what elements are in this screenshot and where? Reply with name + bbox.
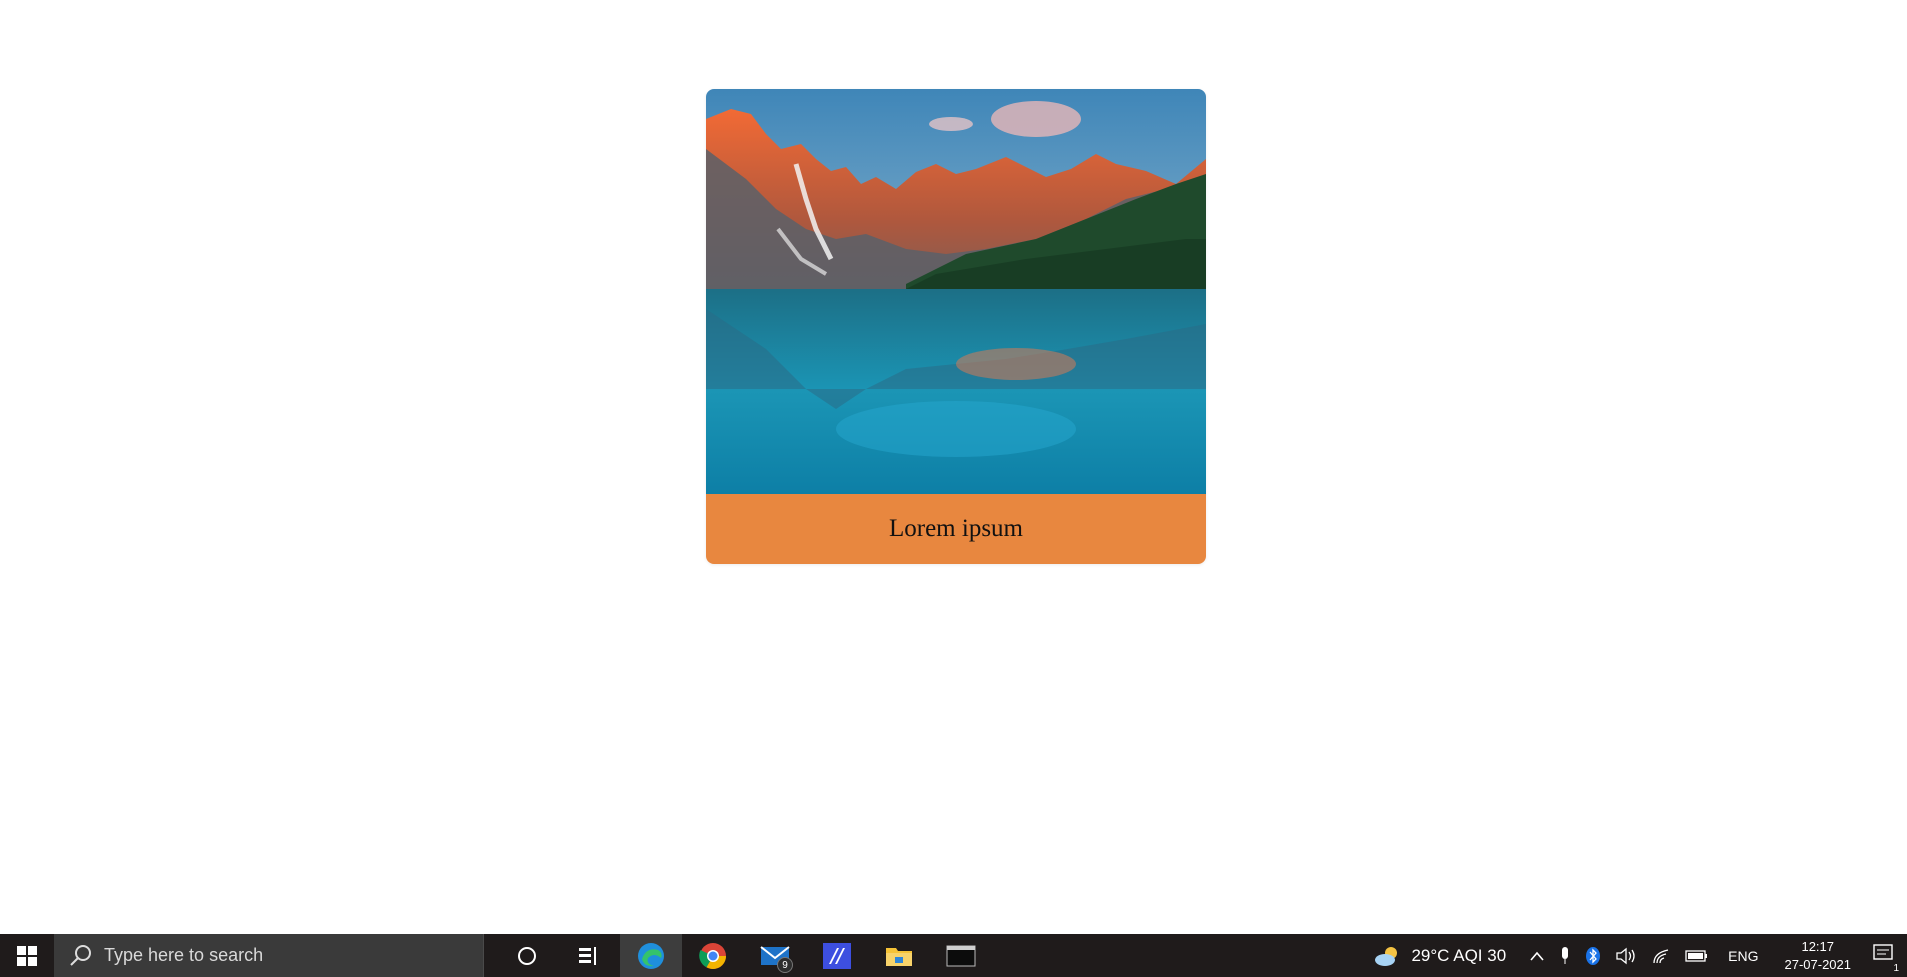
task-view-icon bbox=[579, 946, 596, 965]
edge-taskbar-button[interactable] bbox=[620, 934, 682, 977]
taskbar: Type here to search 9 29°C AQI 30 ENG 12… bbox=[0, 934, 1907, 977]
task-view-button[interactable] bbox=[558, 934, 620, 977]
image-card: Lorem ipsum bbox=[706, 89, 1206, 564]
search-placeholder: Type here to search bbox=[104, 945, 264, 965]
edge-icon bbox=[638, 942, 664, 969]
chevron-up-icon[interactable] bbox=[1529, 950, 1545, 962]
volume-icon[interactable] bbox=[1615, 947, 1637, 965]
start-button[interactable] bbox=[0, 934, 54, 977]
clock-time: 12:17 bbox=[1801, 938, 1835, 954]
mail-taskbar-button[interactable]: 9 bbox=[744, 934, 806, 977]
bluetooth-icon[interactable] bbox=[1585, 946, 1601, 966]
notification-icon bbox=[1873, 944, 1893, 960]
search-icon bbox=[70, 944, 91, 966]
file-explorer-icon bbox=[886, 947, 912, 966]
cortana-icon bbox=[518, 946, 536, 965]
weather-widget[interactable]: 29°C AQI 30 bbox=[1373, 945, 1506, 967]
microphone-icon[interactable] bbox=[1559, 946, 1571, 966]
taskbar-search-box[interactable]: Type here to search bbox=[54, 934, 484, 977]
tool-app-taskbar-button[interactable] bbox=[806, 934, 868, 977]
terminal-taskbar-button[interactable] bbox=[930, 934, 992, 977]
file-explorer-taskbar-button[interactable] bbox=[868, 934, 930, 977]
card-caption: Lorem ipsum bbox=[706, 494, 1206, 564]
battery-icon[interactable] bbox=[1685, 949, 1709, 963]
mountain-lake-image bbox=[706, 89, 1206, 494]
clock[interactable]: 12:17 27-07-2021 bbox=[1785, 938, 1852, 974]
mail-badge: 9 bbox=[777, 957, 793, 973]
cortana-button[interactable] bbox=[496, 934, 558, 977]
language-indicator[interactable]: ENG bbox=[1728, 948, 1758, 964]
chrome-taskbar-button[interactable] bbox=[682, 934, 744, 977]
tool-app-icon bbox=[823, 942, 851, 969]
windows-logo-icon bbox=[17, 945, 37, 966]
clock-date: 27-07-2021 bbox=[1784, 956, 1852, 972]
notification-center-button[interactable]: 1 bbox=[1873, 943, 1899, 974]
chrome-icon bbox=[699, 942, 727, 969]
terminal-icon bbox=[946, 945, 976, 966]
weather-text: 29°C AQI 30 bbox=[1411, 945, 1507, 965]
wifi-icon[interactable] bbox=[1651, 947, 1671, 965]
cloud-sun-icon bbox=[1375, 946, 1398, 966]
notification-count: 1 bbox=[1893, 963, 1899, 974]
